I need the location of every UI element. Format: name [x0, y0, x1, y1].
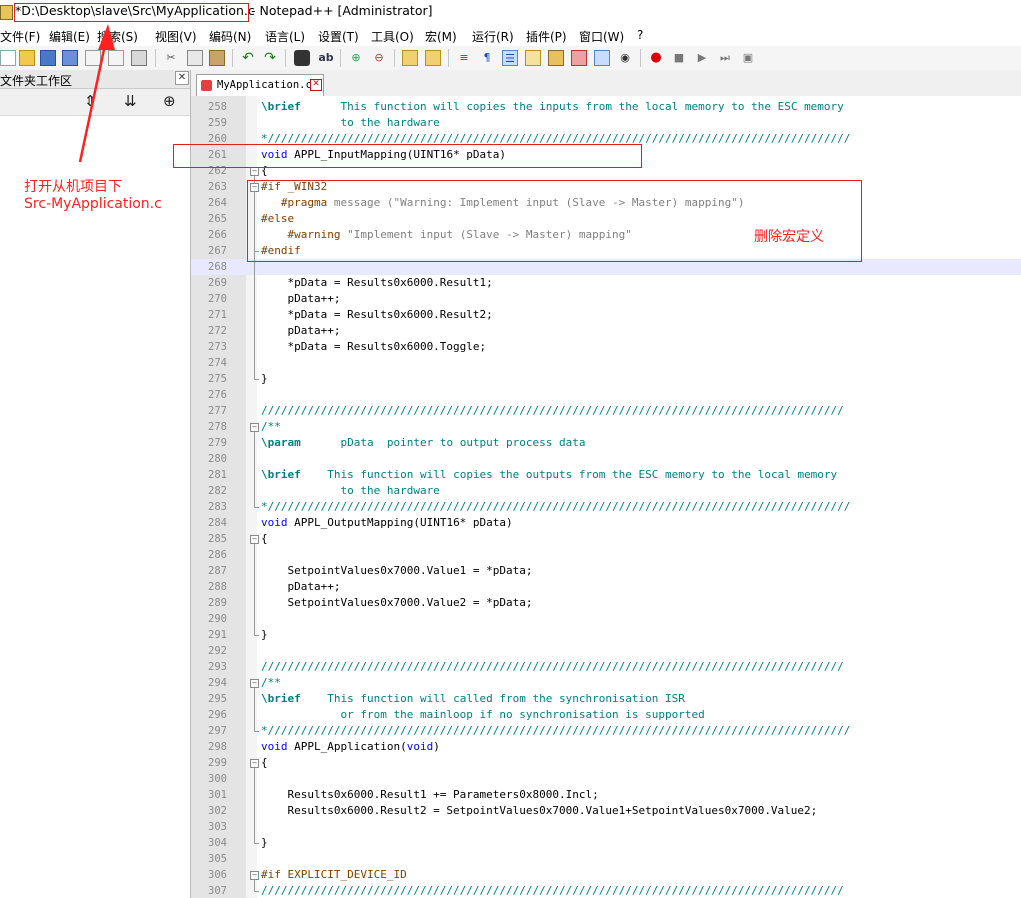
- annotation-open-file-line1: 打开从机项目下: [24, 179, 122, 195]
- annotation-delete-macro: 删除宏定义: [754, 229, 824, 245]
- annotation-open-file-line2: Src-MyApplication.c: [24, 196, 162, 212]
- annotation-arrow: [78, 24, 115, 163]
